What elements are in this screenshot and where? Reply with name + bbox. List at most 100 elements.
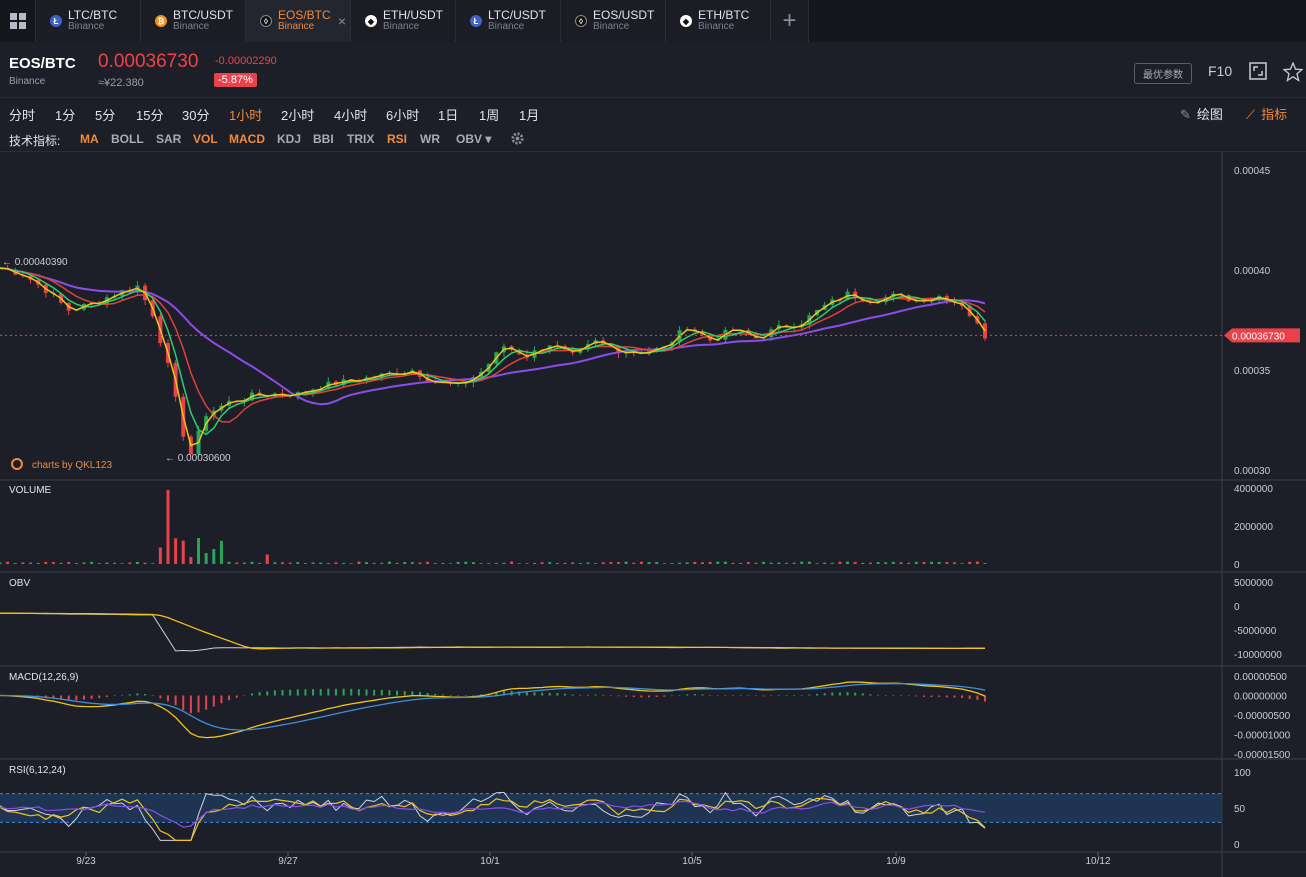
fullscreen-icon[interactable]: [1249, 62, 1269, 82]
volume-bar: [662, 563, 666, 564]
tab-btc-usdt[interactable]: ₿ BTC/USDT Binance: [141, 0, 246, 42]
indicator-boll[interactable]: BOLL: [111, 132, 144, 146]
tab-eth-usdt[interactable]: ◆ ETH/USDT Binance: [351, 0, 456, 42]
macd-histogram-bar: [365, 689, 368, 696]
add-tab-button[interactable]: +: [771, 0, 809, 42]
volume-bar: [433, 563, 437, 564]
indicator-trix[interactable]: TRIX: [347, 132, 374, 146]
macd-histogram-bar: [793, 695, 796, 696]
timeframe-4[interactable]: 30分: [182, 105, 209, 124]
volume-bar: [769, 562, 773, 564]
indicator-obv[interactable]: OBV ▾: [456, 132, 491, 146]
grid-layout-icon[interactable]: [0, 0, 36, 42]
eos-coin-icon: ◊: [575, 15, 587, 27]
volume-bar: [395, 562, 399, 564]
best-params-button[interactable]: 最优参数: [1134, 63, 1192, 84]
volume-bar: [51, 562, 55, 564]
close-tab-icon[interactable]: ×: [338, 13, 346, 29]
volume-bar: [609, 562, 613, 564]
macd-histogram-bar: [648, 695, 651, 698]
tab-eth-btc[interactable]: ◆ ETH/BTC Binance: [666, 0, 771, 42]
settings-gear-icon[interactable]: [510, 131, 525, 151]
timeframe-6[interactable]: 2小时: [281, 105, 314, 124]
macd-histogram-bar: [816, 693, 819, 696]
volume-bar: [197, 538, 201, 564]
volume-bar: [365, 562, 369, 564]
volume-bar: [930, 561, 934, 564]
indicators-button[interactable]: ⟋ 指标: [1246, 104, 1287, 123]
timeframe-5[interactable]: 1小时: [229, 105, 262, 124]
volume-bar: [487, 563, 491, 564]
macd-histogram-bar: [617, 695, 620, 697]
tab-exchange-label: Binance: [698, 21, 735, 32]
tab-eos-btc[interactable]: ◊ EOS/BTC Binance ×: [246, 0, 351, 42]
volume-bar: [227, 561, 231, 564]
volume-bar: [678, 562, 682, 564]
tab-ltc-btc[interactable]: Ł LTC/BTC Binance: [36, 0, 141, 42]
timeframe-9[interactable]: 1日: [438, 105, 458, 124]
timeframe-3[interactable]: 15分: [136, 105, 163, 124]
star-icon[interactable]: [1282, 61, 1304, 82]
indicator-ma[interactable]: MA: [80, 132, 99, 146]
draw-tool-button[interactable]: ✎ 绘图: [1180, 104, 1223, 123]
price-axis-tick: 0.00040: [1234, 266, 1271, 277]
indicator-sar[interactable]: SAR: [156, 132, 181, 146]
tab-exchange-label: Binance: [173, 21, 210, 32]
macd-histogram-bar: [342, 688, 345, 696]
macd-dif-line: [0, 681, 986, 739]
timeframe-10[interactable]: 1周: [479, 105, 499, 124]
timeframe-8[interactable]: 6小时: [386, 105, 419, 124]
macd-histogram-bar: [296, 689, 299, 696]
macd-histogram-bar: [602, 694, 605, 696]
indicator-macd[interactable]: MACD: [229, 132, 265, 146]
volume-bar: [151, 563, 155, 564]
macd-histogram-bar: [105, 695, 108, 698]
macd-histogram-bar: [922, 695, 925, 697]
timeframe-2[interactable]: 5分: [95, 105, 115, 124]
indicator-rsi[interactable]: RSI: [387, 132, 407, 146]
btc-coin-icon: ₿: [155, 15, 167, 27]
time-axis-label: 10/12: [1085, 856, 1110, 867]
f10-button[interactable]: F10: [1208, 63, 1232, 79]
tab-eos-usdt[interactable]: ◊ EOS/USDT Binance: [561, 0, 666, 42]
macd-histogram-bar: [861, 693, 864, 696]
volume-bar: [219, 540, 223, 564]
tab-exchange-label: Binance: [593, 21, 630, 32]
volume-bar: [594, 563, 598, 564]
volume-bar: [670, 563, 674, 564]
volume-bar: [540, 562, 544, 564]
timeframe-0[interactable]: 分时: [9, 105, 35, 124]
volume-bar: [510, 561, 514, 564]
macd-histogram-bar: [670, 695, 673, 697]
volume-bar: [29, 562, 33, 564]
macd-histogram-bar: [854, 692, 857, 696]
volume-bar: [884, 562, 888, 564]
timeframe-bar: 分时 1分 5分 15分 30分 1小时 2小时 4小时 6小时 1日 1周 1月 ✎ 绘图 ⟋ 指标: [0, 98, 1306, 126]
volume-bar: [441, 563, 445, 564]
price-chart[interactable]: 0.00045 0.00040 0.00035 0.00030 0.00036730 ← …: [0, 152, 1306, 877]
tab-pair-label: LTC/BTC: [68, 8, 118, 22]
macd-histogram-bar: [907, 695, 910, 696]
obv-ma-line: [0, 612, 985, 650]
last-price-label: 0.00036730: [1232, 331, 1285, 342]
indicator-bbi[interactable]: BBI: [313, 132, 334, 146]
timeframe-1[interactable]: 1分: [55, 105, 75, 124]
time-axis-label: 10/1: [480, 856, 500, 867]
volume-bar: [189, 557, 193, 564]
obv-axis-tick: 5000000: [1234, 578, 1273, 589]
indicator-wr[interactable]: WR: [420, 132, 440, 146]
indicator-kdj[interactable]: KDJ: [277, 132, 301, 146]
macd-histogram-bar: [380, 689, 383, 696]
tab-bar: Ł LTC/BTC Binance ₿ BTC/USDT Binance ◊ EOS/BTC B…: [0, 0, 1306, 42]
volume-bar: [204, 553, 208, 564]
volume-bar: [250, 561, 254, 564]
tab-ltc-usdt[interactable]: Ł LTC/USDT Binance: [456, 0, 561, 42]
tab-exchange-label: Binance: [488, 21, 525, 32]
volume-bar: [945, 562, 949, 564]
rsi-axis-tick: 0: [1234, 840, 1240, 851]
timeframe-11[interactable]: 1月: [519, 105, 539, 124]
indicator-vol[interactable]: VOL: [193, 132, 218, 146]
timeframe-7[interactable]: 4小时: [334, 105, 367, 124]
macd-histogram-bar: [220, 695, 223, 704]
macd-histogram-bar: [312, 689, 315, 696]
